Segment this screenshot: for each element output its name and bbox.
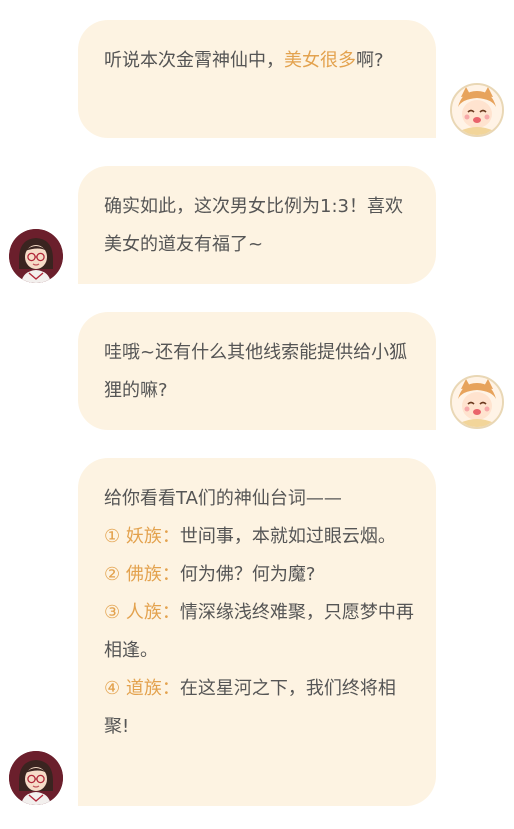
chat-bubble-4: 给你看看TA们的神仙台词—— ① 妖族：世间事，本就如过眼云烟。 ② 佛族：何为… [78,458,436,806]
clan-line-3: ③ 人族：情深缘浅终难聚，只愿梦中再相逢。 [104,594,414,670]
clan-line-2: ② 佛族：何为佛？何为魔? [104,556,414,594]
fox-girl-avatar[interactable] [450,375,504,429]
message-2-text: 确实如此，这次男女比例为1:3！喜欢美女的道友有福了~ [104,196,403,255]
fox-girl-avatar[interactable] [450,83,504,137]
message-1-part-1: 听说本次金霄神仙中， [104,50,284,71]
message-1-text: 听说本次金霄神仙中，美女很多啊? [104,50,384,71]
chat-bubble-3: 哇哦~还有什么其他线索能提供给小狐狸的嘛? [78,312,436,430]
message-1-highlight: 美女很多 [284,50,356,71]
clan-label-1: ① 妖族： [104,526,180,547]
chat-bubble-1: 听说本次金霄神仙中，美女很多啊? [78,20,436,138]
clan-line-4: ④ 道族：在这星河之下，我们终将相聚! [104,670,414,746]
woman-with-glasses-avatar[interactable] [9,751,63,805]
message-3-text: 哇哦~还有什么其他线索能提供给小狐狸的嘛? [104,342,408,401]
clan-quote-1: 世间事，本就如过眼云烟。 [179,526,396,547]
clan-quote-2: 何为佛？何为魔? [179,564,316,585]
chat-bubble-2: 确实如此，这次男女比例为1:3！喜欢美女的道友有福了~ [78,166,436,284]
message-1-part-3: 啊? [356,50,384,71]
clan-label-4: ④ 道族： [104,678,180,699]
message-4-intro: 给你看看TA们的神仙台词—— [104,488,342,509]
clan-line-1: ① 妖族：世间事，本就如过眼云烟。 [104,518,414,556]
clan-label-2: ② 佛族： [104,564,180,585]
woman-with-glasses-avatar[interactable] [9,229,63,283]
clan-label-3: ③ 人族： [104,602,180,623]
